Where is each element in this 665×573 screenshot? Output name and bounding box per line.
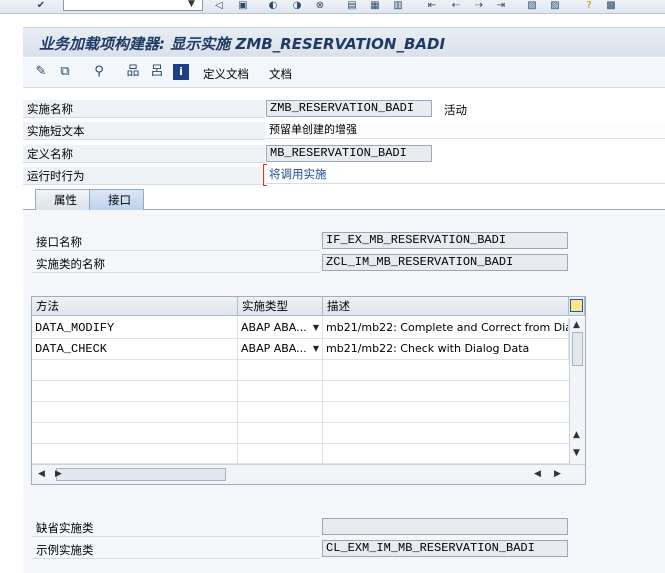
col-header-method[interactable]: 方法 [32,297,238,316]
empty-row [32,381,569,402]
shortcut-icon[interactable]: ▨ [548,0,562,12]
print-icon[interactable]: ▤ [345,0,359,12]
empty-row [32,444,569,464]
last-page-icon[interactable]: ⇥ [494,0,508,12]
impl-short-text-field[interactable]: 预留单创建的增强 [266,122,665,139]
cancel-icon[interactable]: ⊗ [313,0,327,12]
default-class-label: 缺省实施类 [32,519,320,537]
customize-icon[interactable]: ▩ [604,0,618,12]
define-doc-button[interactable]: 定义文档 [203,66,249,82]
tab-attributes[interactable]: 属性 [35,189,90,210]
activate-icon[interactable]: ⚲ [91,64,107,80]
check-icon[interactable]: ✔ [34,0,48,12]
impl-type-cell[interactable]: ABAP ABA... ▼ [238,339,323,359]
scroll-right-icon[interactable]: ▶ [554,469,561,479]
find-next-icon[interactable]: ▥ [391,0,405,12]
scroll-right-icon[interactable]: ▶ [55,469,62,479]
next-page-icon[interactable]: ⇢ [472,0,486,12]
back-icon[interactable]: ◁ [212,0,226,12]
first-page-icon[interactable]: ⇤ [425,0,439,12]
description-cell: mb21/mb22: Check with Dialog Data [323,339,569,359]
page-title: 业务加载项构建器: 显示实施 ZMB_RESERVATION_BADI [39,35,446,53]
help-icon[interactable]: ? [582,0,596,12]
exit-icon[interactable]: ◐ [266,0,280,12]
table-settings-icon[interactable] [569,297,585,316]
interface-name-label: 接口名称 [32,233,320,251]
application-toolbar: ✎ ⧉ ⚲ 品 呂 i 定义文档 文档 [23,58,665,88]
new-session-icon[interactable]: ▧ [525,0,539,12]
impl-type-cell[interactable]: ABAP ABA... ▼ [238,318,323,338]
impl-class-label: 实施类的名称 [32,255,320,273]
example-class-label: 示例实施类 [32,541,320,559]
doc-button[interactable]: 文档 [269,66,292,82]
impl-name-label: 实施名称 [23,100,265,118]
def-name-field[interactable]: MB_RESERVATION_BADI [266,145,432,162]
method-cell: DATA_MODIFY [32,318,238,338]
chevron-down-icon[interactable]: ▼ [313,318,319,338]
vertical-scrollbar[interactable]: ▲ ▲ ▼ [569,318,585,464]
title-bar: 业务加载项构建器: 显示实施 ZMB_RESERVATION_BADI [23,27,665,57]
find-icon[interactable]: ▦ [368,0,382,12]
description-cell: mb21/mb22: Complete and Correct from Dia… [323,318,569,338]
scroll-down-icon[interactable]: ▼ [573,448,580,458]
impl-status: 活动 [444,103,467,117]
info-icon[interactable]: i [173,64,189,80]
impl-type-value: ABAP ABA... [241,342,307,355]
scroll-left-icon[interactable]: ◀ [534,469,541,479]
scroll-up-icon[interactable]: ▲ [573,430,580,440]
runtime-field[interactable]: 将调用实施 [266,167,665,184]
command-field[interactable] [63,0,203,11]
focus-marker [263,164,267,186]
method-cell: DATA_CHECK [32,339,238,359]
empty-row [32,402,569,423]
chevron-down-icon[interactable]: ▼ [188,0,195,9]
scroll-thumb[interactable] [56,468,226,481]
impl-name-field[interactable]: ZMB_RESERVATION_BADI [266,100,432,117]
impl-short-text-label: 实施短文本 [23,122,265,140]
methods-table: 方法 实施类型 描述 DATA_MODIFY ABAP ABA... ▼ mb2… [31,296,586,485]
col-header-description[interactable]: 描述 [323,297,569,316]
table-row[interactable]: DATA_CHECK ABAP ABA... ▼ mb21/mb22: Chec… [32,339,569,360]
runtime-label: 运行时行为 [23,167,265,185]
impl-type-value: ABAP ABA... [241,321,307,334]
prev-page-icon[interactable]: ⇠ [449,0,463,12]
horizontal-scrollbar[interactable]: ◀ ▶ ◀ ▶ [32,464,585,484]
save-icon[interactable]: ▣ [236,0,250,12]
hierarchy-icon[interactable]: 品 [125,64,141,80]
default-class-field[interactable] [322,518,568,535]
col-header-impl-type[interactable]: 实施类型 [238,297,323,316]
def-name-label: 定义名称 [23,145,265,163]
table-row[interactable]: DATA_MODIFY ABAP ABA... ▼ mb21/mb22: Com… [32,318,569,339]
tab-strip: 属性 接口 [23,188,665,210]
empty-row [32,360,569,381]
scroll-left-icon[interactable]: ◀ [38,469,45,479]
where-used-icon[interactable]: 呂 [149,64,165,80]
chevron-down-icon[interactable]: ▼ [313,339,319,359]
system-toolbar: ✔ ▼ ◁ ▣ ◐ ◑ ⊗ ▤ ▦ ▥ ⇤ ⇠ ⇢ ⇥ ▧ ▨ ? ▩ [0,0,665,14]
up-icon[interactable]: ◑ [290,0,304,12]
impl-class-field[interactable]: ZCL_IM_MB_RESERVATION_BADI [322,254,568,271]
example-class-field[interactable]: CL_EXM_IM_MB_RESERVATION_BADI [322,540,568,557]
other-object-icon[interactable]: ⧉ [57,64,73,80]
tab-interface[interactable]: 接口 [89,189,144,210]
scroll-thumb[interactable] [572,332,583,366]
empty-row [32,423,569,444]
interface-name-field[interactable]: IF_EX_MB_RESERVATION_BADI [322,232,568,249]
scroll-up-icon[interactable]: ▲ [573,320,580,330]
display-change-icon[interactable]: ✎ [33,64,49,80]
